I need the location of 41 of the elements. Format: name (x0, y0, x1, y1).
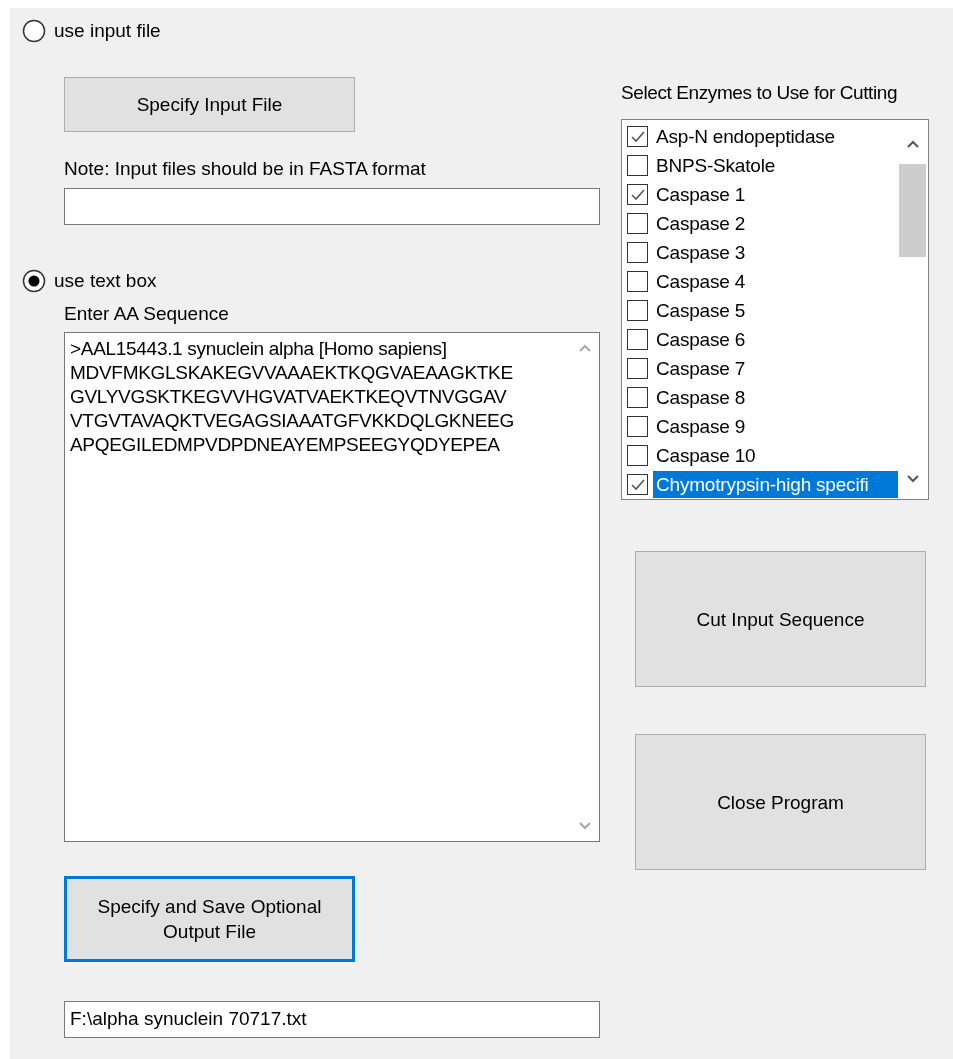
checkbox[interactable] (627, 300, 648, 321)
close-program-button[interactable]: Close Program (635, 734, 926, 870)
enzyme-list-item[interactable]: Caspase 9 (653, 413, 749, 440)
save-output-file-button[interactable]: Specify and Save Optional Output File (64, 876, 355, 962)
checkbox[interactable] (627, 126, 648, 147)
cut-sequence-button[interactable]: Cut Input Sequence (635, 551, 926, 687)
enzymes-label: Select Enzymes to Use for Cutting (621, 81, 899, 105)
checkbox[interactable] (627, 184, 648, 205)
enzyme-list-item[interactable]: Caspase 5 (653, 297, 749, 324)
checkbox[interactable] (627, 242, 648, 263)
radio-label[interactable]: use input file (54, 20, 161, 42)
enzyme-list-item[interactable]: Caspase 6 (653, 326, 749, 353)
radio-button[interactable] (22, 19, 46, 43)
radio-label[interactable]: use text box (54, 270, 157, 292)
checkbox[interactable] (627, 474, 648, 495)
checkbox[interactable] (627, 271, 648, 292)
checkbox[interactable] (627, 213, 648, 234)
enzyme-list-item[interactable]: Caspase 10 (653, 442, 759, 469)
enzyme-list-item[interactable]: Chymotrypsin-high specifi (653, 471, 898, 498)
checkbox[interactable] (627, 155, 648, 176)
checkbox[interactable] (627, 416, 648, 437)
enzyme-list-item[interactable]: Caspase 7 (653, 355, 749, 382)
enzyme-list-item[interactable]: Asp-N endopeptidase (653, 123, 838, 150)
checkbox[interactable] (627, 358, 648, 379)
enzyme-list-item[interactable]: Caspase 1 (653, 181, 749, 208)
enzyme-list-item[interactable]: Caspase 3 (653, 239, 749, 266)
enzyme-list-item[interactable]: BNPS-Skatole (653, 152, 779, 179)
enzyme-list-item[interactable]: Caspase 2 (653, 210, 749, 237)
radio-button[interactable] (22, 269, 46, 293)
checkbox[interactable] (627, 329, 648, 350)
sequence-text: >AAL15443.1 synuclein alpha [Homo sapiens] MDVFMKGLSKAKEGVVAAAEKTKQGVAEAAGKTKE GVLYVGSKTKEGVVHGVATVAEKTKEQVTNVGGAV VTGVTAVAQKTVEGAGSIAAATGFVKKDQLGKNEEG APQEGILEDMPVDPDNEAYEMPSEEGYQDYEPEA (69, 337, 515, 457)
output-path-field[interactable]: F:\alpha synuclein 70717.txt (64, 1001, 600, 1038)
sequence-label: Enter AA Sequence (64, 302, 230, 326)
enzyme-list-item[interactable]: Caspase 8 (653, 384, 749, 411)
checkbox[interactable] (627, 387, 648, 408)
input-file-field[interactable] (64, 188, 600, 225)
note-label: Note: Input files should be in FASTA format (64, 157, 427, 181)
enzyme-list-item[interactable]: Caspase 4 (653, 268, 749, 295)
scrollbar-thumb[interactable] (899, 164, 926, 257)
specify-input-file-button[interactable]: Specify Input File (64, 77, 355, 132)
checkbox[interactable] (627, 445, 648, 466)
